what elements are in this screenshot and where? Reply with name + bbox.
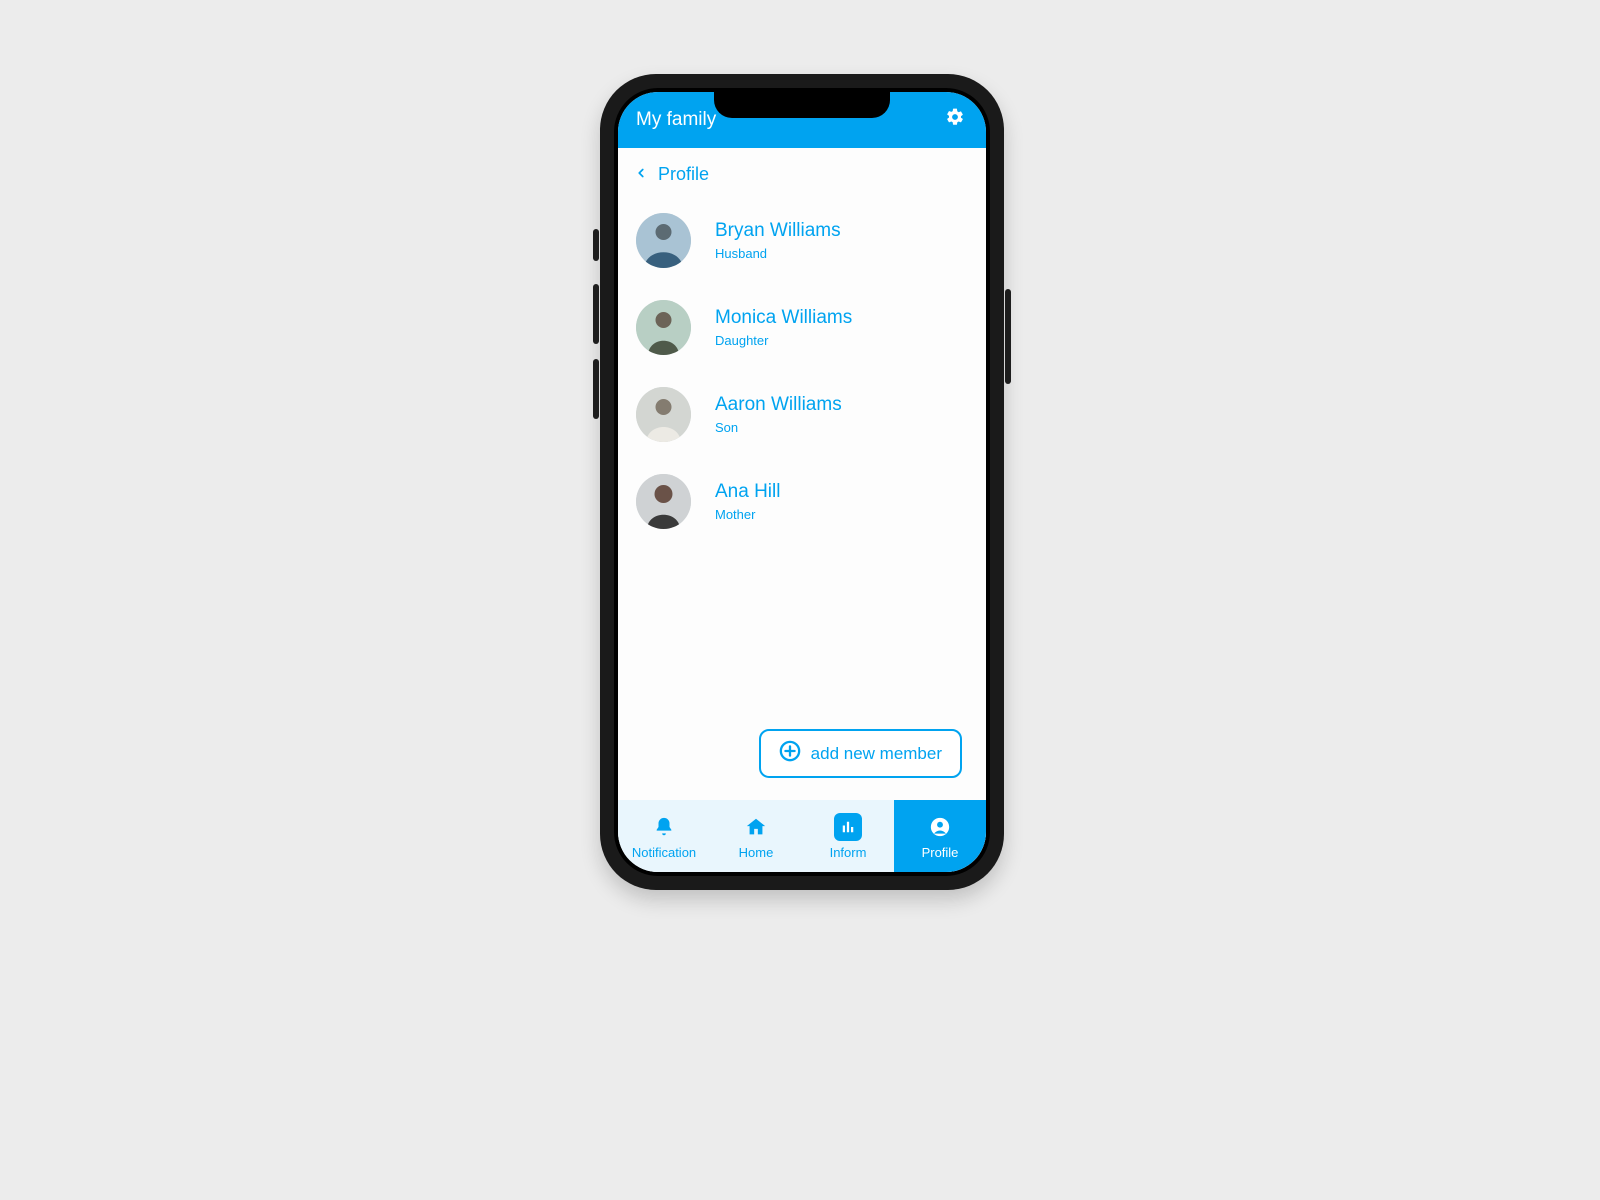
avatar bbox=[636, 387, 691, 442]
phone-side-button-volume-down bbox=[593, 359, 599, 419]
member-name: Aaron Williams bbox=[715, 394, 842, 417]
nav-item-profile[interactable]: Profile bbox=[894, 800, 986, 872]
family-member-item[interactable]: Monica Williams Daughter bbox=[630, 284, 976, 371]
member-name: Monica Williams bbox=[715, 307, 852, 330]
member-name: Bryan Williams bbox=[715, 220, 841, 243]
home-icon bbox=[742, 813, 770, 841]
nav-label: Notification bbox=[632, 845, 696, 860]
phone-side-button-mute bbox=[593, 229, 599, 261]
chevron-left-icon bbox=[634, 164, 648, 185]
person-icon bbox=[926, 813, 954, 841]
avatar bbox=[636, 213, 691, 268]
phone-side-button-volume-up bbox=[593, 284, 599, 344]
back-breadcrumb[interactable]: Profile bbox=[618, 148, 986, 191]
add-member-label: add new member bbox=[811, 744, 942, 764]
member-name: Ana Hill bbox=[715, 481, 780, 504]
phone-side-button-right bbox=[1005, 289, 1011, 384]
bell-icon bbox=[650, 813, 678, 841]
avatar bbox=[636, 474, 691, 529]
gear-icon bbox=[945, 107, 965, 133]
nav-item-inform[interactable]: Inform bbox=[802, 800, 894, 872]
plus-circle-icon bbox=[779, 740, 801, 767]
family-member-item[interactable]: Bryan Williams Husband bbox=[630, 197, 976, 284]
nav-item-notification[interactable]: Notification bbox=[618, 800, 710, 872]
settings-button[interactable] bbox=[942, 107, 968, 133]
add-member-button[interactable]: add new member bbox=[759, 729, 962, 778]
nav-label: Home bbox=[739, 845, 774, 860]
member-relation: Daughter bbox=[715, 333, 852, 348]
member-relation: Son bbox=[715, 420, 842, 435]
family-member-item[interactable]: Aaron Williams Son bbox=[630, 371, 976, 458]
member-relation: Husband bbox=[715, 246, 841, 261]
nav-label: Inform bbox=[830, 845, 867, 860]
nav-item-home[interactable]: Home bbox=[710, 800, 802, 872]
member-relation: Mother bbox=[715, 507, 780, 522]
phone-mockup: My family bbox=[600, 74, 1004, 890]
family-member-item[interactable]: Ana Hill Mother bbox=[630, 458, 976, 545]
chart-icon bbox=[834, 813, 862, 841]
breadcrumb-label: Profile bbox=[658, 164, 709, 185]
nav-label: Profile bbox=[922, 845, 959, 860]
phone-notch bbox=[714, 92, 890, 118]
bottom-nav: Notification Home Inform bbox=[618, 800, 986, 872]
avatar bbox=[636, 300, 691, 355]
family-members-list: Bryan Williams Husband bbox=[618, 191, 986, 545]
